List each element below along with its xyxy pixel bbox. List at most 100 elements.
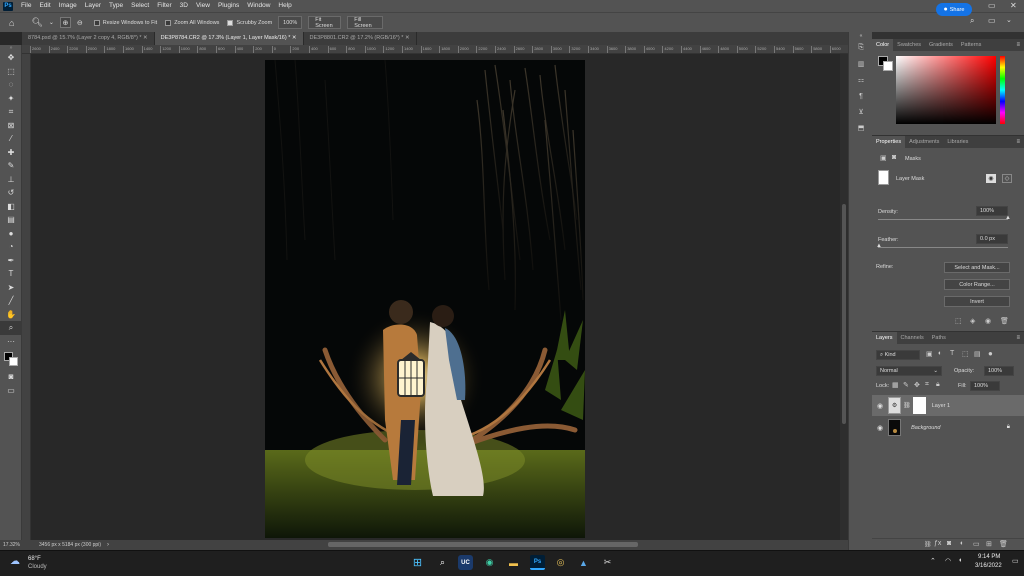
history-brush-icon[interactable]: ↺: [0, 186, 22, 200]
search-icon[interactable]: ⌕: [435, 555, 450, 570]
density-field[interactable]: 100%: [976, 206, 1008, 216]
layer-name[interactable]: Background: [911, 425, 940, 431]
lasso-tool-icon[interactable]: ◌: [0, 78, 22, 92]
file-explorer-icon[interactable]: ▬: [506, 555, 521, 570]
feather-field[interactable]: 0.0 px: [976, 234, 1008, 244]
horizontal-scroll-thumb[interactable]: [328, 542, 638, 547]
close-icon[interactable]: ✕: [1010, 0, 1017, 12]
fit-screen-button[interactable]: Fit Screen: [308, 16, 342, 29]
vertical-scrollbar[interactable]: [840, 54, 848, 540]
windows-start-icon[interactable]: ⊞: [410, 555, 425, 570]
photos-icon[interactable]: ▲: [576, 555, 591, 570]
layer-row-background[interactable]: ◉ Background 🔒︎: [872, 417, 1024, 438]
line-tool-icon[interactable]: ╱: [0, 294, 22, 308]
filter-smart-object-icon[interactable]: ▤: [974, 350, 981, 358]
magic-wand-icon[interactable]: ✦: [0, 92, 22, 106]
lock-image-icon[interactable]: ✎: [903, 381, 909, 389]
lock-position-icon[interactable]: ✥: [914, 381, 920, 389]
filter-pixel-icon[interactable]: ▣: [926, 350, 933, 358]
tab-paths[interactable]: Paths: [928, 332, 950, 344]
mask-thumbnail[interactable]: [878, 170, 889, 185]
close-icon[interactable]: ✕: [405, 35, 410, 41]
type-tool-icon[interactable]: T: [0, 267, 22, 281]
filter-adjustment-icon[interactable]: ◐: [938, 350, 942, 357]
close-icon[interactable]: ✕: [292, 35, 297, 41]
chevron-down-icon[interactable]: ⌄: [49, 19, 54, 26]
share-button[interactable]: ● Share: [936, 3, 972, 16]
edge-icon[interactable]: ◉: [482, 555, 497, 570]
blur-tool-icon[interactable]: ●: [0, 227, 22, 241]
feather-slider[interactable]: [878, 247, 1008, 248]
layer-thumbnail[interactable]: ⚙: [888, 397, 902, 414]
layer-mask-thumbnail[interactable]: [912, 397, 926, 414]
filter-toggle-icon[interactable]: ●: [988, 349, 993, 358]
tab-color[interactable]: Color: [872, 39, 894, 51]
stamp-tool-icon[interactable]: ⊥: [0, 173, 22, 187]
apply-mask-icon[interactable]: ◈: [970, 317, 975, 325]
crop-tool-icon[interactable]: ⌗: [0, 105, 22, 119]
zoom-in-icon[interactable]: ⊕: [59, 17, 71, 28]
menu-view[interactable]: View: [192, 0, 214, 12]
tab-swatches[interactable]: Swatches: [893, 39, 925, 51]
fx-icon[interactable]: ƒx: [934, 540, 941, 547]
zoom-all-windows-checkbox[interactable]: Zoom All Windows: [165, 19, 219, 26]
history-icon[interactable]: ⎘: [849, 40, 873, 56]
fill-screen-button[interactable]: Fill Screen: [347, 16, 384, 29]
scroll-thumb[interactable]: [842, 204, 846, 424]
link-layers-icon[interactable]: ⛓: [924, 541, 932, 548]
menu-3d[interactable]: 3D: [176, 0, 192, 12]
tab-layers[interactable]: Layers: [872, 332, 897, 344]
weather-temp[interactable]: 68°F: [28, 556, 41, 562]
notification-icon[interactable]: ▭: [1012, 557, 1019, 565]
menu-file[interactable]: File: [17, 0, 35, 12]
vector-mask-icon[interactable]: ◙: [892, 154, 896, 161]
tab-document[interactable]: 8784.psd @ 15.7% (Layer 2 copy 4, RGB/8*…: [22, 32, 155, 45]
tab-libraries[interactable]: Libraries: [943, 136, 972, 148]
document-image[interactable]: [265, 60, 585, 538]
wifi-icon[interactable]: ◠: [945, 557, 951, 565]
tab-document-active[interactable]: DE3P8784.CR2 @ 17.3% (Layer 1, Layer Mas…: [154, 32, 304, 45]
delete-mask-icon[interactable]: 🗑︎: [1000, 317, 1009, 325]
quick-mask-icon[interactable]: ◙: [0, 370, 22, 384]
cc-libraries-icon[interactable]: ⬒: [849, 120, 873, 136]
panel-menu-icon[interactable]: ⌄: [1006, 16, 1012, 24]
filter-type-icon[interactable]: T: [950, 350, 954, 357]
clock-time[interactable]: 9:14 PM: [978, 554, 1000, 560]
tab-document[interactable]: DE3P8801.CR2 @ 17.2% (RGB/16*) * ✕: [304, 32, 417, 45]
opacity-field[interactable]: 100%: [984, 366, 1014, 376]
group-icon[interactable]: ▭: [973, 540, 980, 548]
search-icon[interactable]: ⌕: [970, 16, 974, 26]
panel-menu-icon[interactable]: ≡: [1016, 335, 1020, 341]
pixel-mask-icon[interactable]: ▣: [880, 154, 887, 162]
bridge-icon[interactable]: ◎: [553, 555, 568, 570]
screen-mode-icon[interactable]: ▭: [0, 384, 22, 398]
add-mask-icon[interactable]: ◙: [947, 540, 951, 547]
load-selection-icon[interactable]: ⬚: [955, 317, 962, 325]
brush-settings-icon[interactable]: ⚏: [849, 72, 873, 88]
visibility-eye-icon[interactable]: ◉: [877, 402, 883, 410]
menu-help[interactable]: Help: [274, 0, 295, 12]
frame-tool-icon[interactable]: ⊠: [0, 119, 22, 133]
background-color[interactable]: [9, 357, 18, 366]
tab-properties[interactable]: Properties: [872, 136, 906, 148]
filter-shape-icon[interactable]: ⬚: [962, 350, 969, 358]
select-pixel-mask-icon[interactable]: ◉: [986, 174, 996, 183]
slider-thumb-icon[interactable]: ▲: [876, 243, 882, 249]
color-swatches[interactable]: [0, 348, 22, 370]
workspace-icon[interactable]: ▭: [988, 16, 996, 25]
lock-transparent-icon[interactable]: ▦: [892, 381, 899, 389]
checkbox-box[interactable]: [165, 19, 172, 26]
maximize-icon[interactable]: ▭: [988, 0, 996, 12]
menu-plugins[interactable]: Plugins: [214, 0, 243, 12]
uc-app-icon[interactable]: UC: [458, 555, 473, 570]
new-layer-icon[interactable]: ⊞: [986, 540, 992, 548]
visibility-eye-icon[interactable]: ◉: [877, 424, 883, 432]
brush-tool-icon[interactable]: ✎: [0, 159, 22, 173]
visibility-icon[interactable]: ◉: [985, 317, 991, 325]
path-select-icon[interactable]: ➤: [0, 281, 22, 295]
adjustment-layer-icon[interactable]: ◐: [960, 540, 964, 547]
layer-filter-select[interactable]: ⌕ Kind: [876, 350, 920, 360]
tab-gradients[interactable]: Gradients: [925, 39, 957, 51]
pen-tool-icon[interactable]: ✒: [0, 254, 22, 268]
hue-slider[interactable]: [1000, 56, 1005, 124]
